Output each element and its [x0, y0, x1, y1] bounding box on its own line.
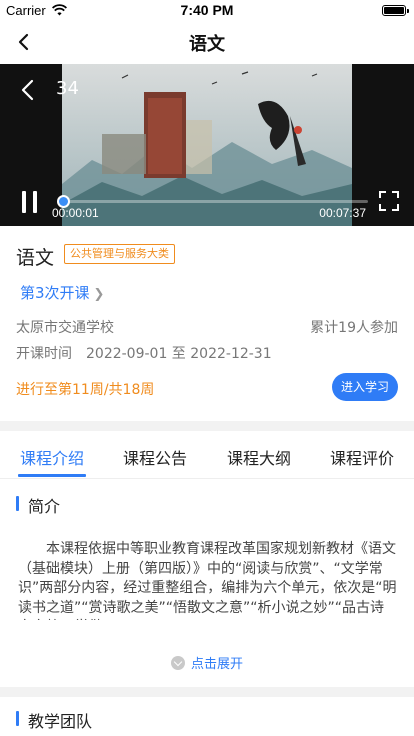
- period-dates: 2022-09-01 至 2022-12-31: [86, 346, 272, 362]
- active-tab-indicator: [18, 474, 86, 477]
- tab-course-outline[interactable]: 课程大纲: [227, 445, 291, 469]
- fullscreen-icon[interactable]: [378, 190, 400, 212]
- tab-course-review[interactable]: 课程评价: [330, 445, 394, 469]
- chevron-right-icon: ❯: [93, 287, 105, 302]
- tab-course-intro[interactable]: 课程介绍: [20, 445, 84, 469]
- intro-section: 简介 本课程依据中等职业教育课程改革国家规划新教材《语文（基础模块）上册（第四版…: [0, 479, 414, 687]
- school-name: 太原市交通学校: [16, 320, 114, 336]
- enter-study-button[interactable]: 进入学习: [332, 373, 398, 401]
- course-progress-text: 进行至第11周/共18周: [16, 382, 155, 398]
- pause-icon-bar-left: [22, 191, 26, 213]
- expand-button[interactable]: 点击展开: [0, 653, 414, 672]
- video-current-time: 00:00:01: [52, 206, 99, 220]
- pause-button[interactable]: [20, 191, 40, 213]
- page-title: 语文: [189, 34, 225, 55]
- course-tabs: 课程介绍 课程公告 课程大纲 课程评价: [0, 431, 414, 479]
- video-index: 34: [56, 78, 79, 99]
- battery-icon: [382, 5, 409, 16]
- course-period: 开课时间 2022-09-01 至 2022-12-31: [16, 343, 272, 363]
- video-back-icon[interactable]: [18, 78, 38, 102]
- participant-count: 累计19人参加: [310, 320, 398, 336]
- video-player[interactable]: 34 00:00:01 00:07:37: [0, 64, 414, 226]
- video-progress-bar[interactable]: [57, 195, 368, 208]
- team-heading: 教学团队: [16, 708, 92, 732]
- tab-course-notice[interactable]: 课程公告: [123, 445, 187, 469]
- period-label: 开课时间: [16, 346, 72, 362]
- intro-description: 本课程依据中等职业教育课程改革国家规划新教材《语文（基础模块）上册（第四版）》中…: [18, 541, 397, 620]
- status-bar: Carrier 7:40 PM: [0, 0, 414, 20]
- pause-icon-bar-right: [33, 191, 37, 213]
- course-title: 语文: [16, 247, 55, 269]
- category-badge: 公共管理与服务大类: [64, 244, 175, 264]
- course-info-card: 语文 公共管理与服务大类 第3次开课 ❯ 太原市交通学校 累计19人参加 开课时间…: [0, 226, 414, 421]
- session-link[interactable]: 第3次开课 ❯: [20, 282, 104, 303]
- intro-heading: 简介: [16, 493, 60, 517]
- expand-label: 点击展开: [190, 657, 243, 672]
- navigation-bar: 语文: [0, 20, 414, 64]
- session-label: 第3次开课: [20, 284, 90, 302]
- team-section: 教学团队: [0, 697, 414, 736]
- status-time: 7:40 PM: [180, 2, 234, 18]
- chevron-down-icon: [170, 656, 185, 670]
- video-total-time: 00:07:37: [319, 206, 366, 220]
